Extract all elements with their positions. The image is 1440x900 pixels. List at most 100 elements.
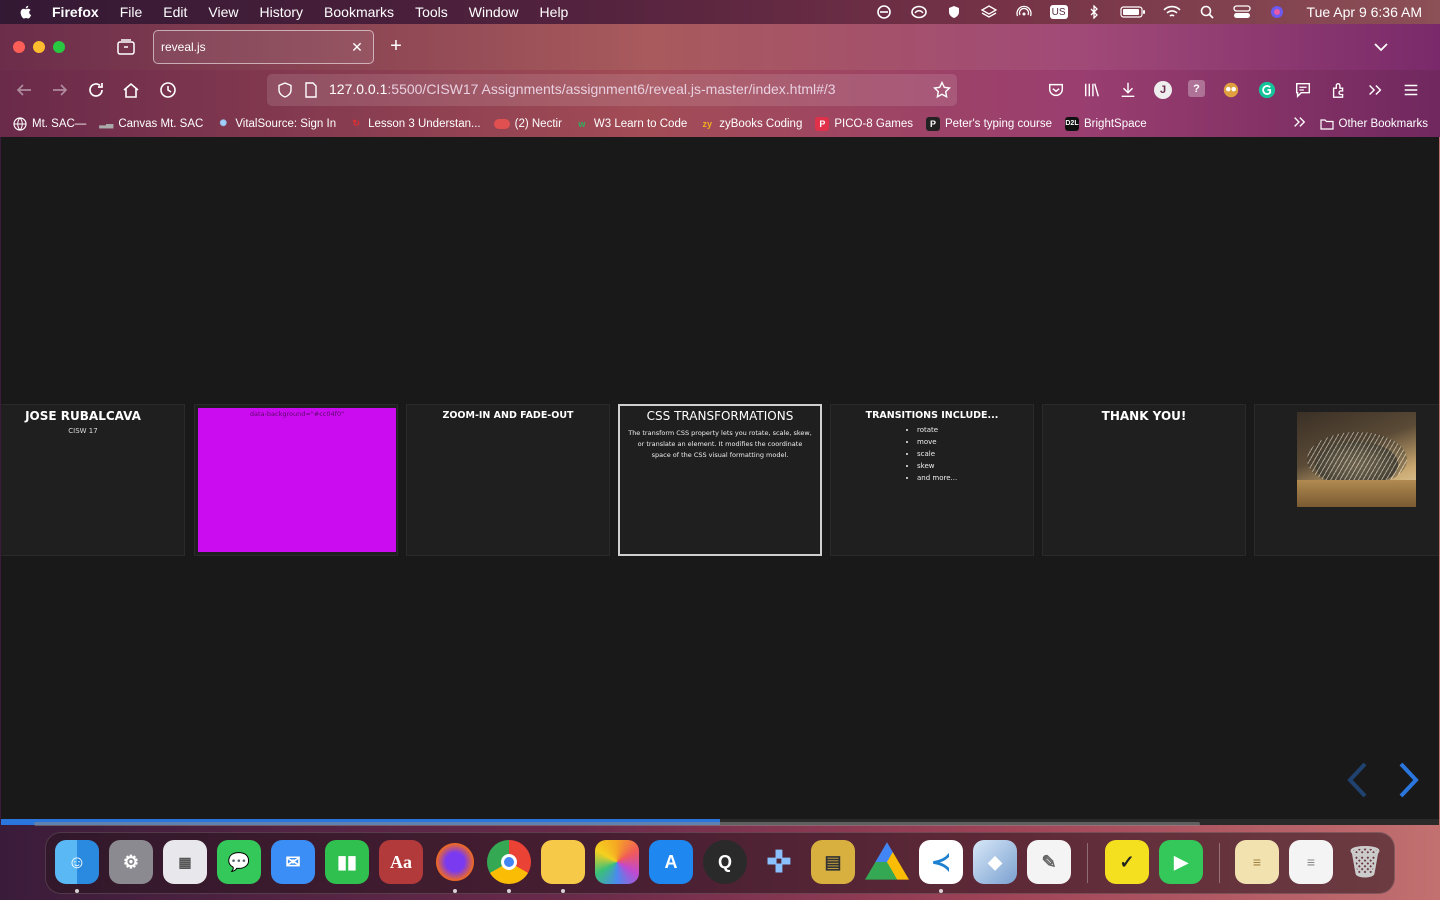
window-zoom-button[interactable]	[53, 41, 65, 53]
system-settings-icon[interactable]: ⚙	[109, 840, 153, 884]
help-extension-icon[interactable]: ?	[1188, 80, 1205, 97]
menu-window[interactable]: Window	[469, 4, 519, 20]
horizontal-scrollbar[interactable]	[34, 822, 1200, 826]
menu-history[interactable]: History	[259, 4, 303, 20]
creative-cloud-icon[interactable]	[875, 5, 893, 19]
archive-utility-icon[interactable]: ▤	[811, 840, 855, 884]
menu-file[interactable]: File	[120, 4, 143, 20]
spotlight-search-icon[interactable]	[1198, 5, 1216, 19]
mail-icon[interactable]: ✉	[271, 840, 315, 884]
tracking-shield-icon[interactable]	[277, 82, 293, 98]
bookmark-nectir[interactable]: (2) Nectir	[493, 118, 562, 130]
bookmark-canvas[interactable]: ▂▃ Canvas Mt. SAC	[99, 117, 203, 131]
bookmark-pico8[interactable]: P PICO-8 Games	[815, 116, 913, 131]
slide-thumb-4-current[interactable]: CSS TRANSFORMATIONS The transform CSS pr…	[618, 404, 822, 556]
siri-icon[interactable]	[1268, 5, 1286, 19]
input-source-icon[interactable]: US	[1049, 5, 1068, 19]
owl-extension-icon[interactable]	[1221, 80, 1241, 100]
tab-revealjs[interactable]: reveal.js ✕	[153, 30, 374, 64]
account-j-icon[interactable]: J	[1154, 81, 1172, 99]
google-drive-icon[interactable]	[865, 842, 909, 880]
bookmark-lesson3[interactable]: ↻ Lesson 3 Understan...	[349, 117, 480, 131]
bluetooth-icon[interactable]	[1085, 5, 1103, 19]
messages-icon[interactable]: 💬	[217, 840, 261, 884]
bookmark-star-icon[interactable]	[933, 81, 951, 99]
photos-icon[interactable]	[595, 840, 639, 884]
slide-thumb-3[interactable]: ZOOM-IN AND FADE-OUT	[406, 404, 610, 556]
layers-icon[interactable]	[980, 5, 998, 19]
slide-thumb-6[interactable]: THANK YOU!	[1042, 404, 1246, 556]
vscode-icon[interactable]: ≺	[919, 840, 963, 884]
finder-icon[interactable]: ☺	[55, 840, 99, 884]
chrome-icon[interactable]	[487, 840, 531, 884]
bookmark-mtsac[interactable]: Mt. SAC—	[13, 116, 86, 131]
running-indicator	[561, 889, 565, 893]
url-bar[interactable]: 127.0.0.1:5500/CISW17 Assignments/assign…	[267, 74, 957, 106]
document-icon[interactable]: ≡	[1235, 840, 1279, 884]
chevron-down-icon[interactable]	[1372, 38, 1390, 56]
menu-firefox[interactable]: Firefox	[52, 4, 99, 20]
reload-button[interactable]	[86, 80, 106, 100]
home-button[interactable]	[121, 80, 141, 100]
menu-tools[interactable]: Tools	[415, 4, 448, 20]
grammarly-icon[interactable]	[1257, 80, 1277, 100]
bookmark-brightspace[interactable]: D2L BrightSpace	[1065, 116, 1147, 131]
slide-thumb-2[interactable]: data-background="#cc04f0"	[194, 404, 398, 556]
control-center-icon[interactable]	[1232, 5, 1251, 19]
cloud-sync-icon[interactable]	[910, 5, 928, 19]
window-minimize-button[interactable]	[33, 41, 45, 53]
bookmarks-overflow-icon[interactable]	[1292, 115, 1306, 132]
bookmark-zybooks[interactable]: zy zyBooks Coding	[700, 117, 802, 131]
menu-edit[interactable]: Edit	[163, 4, 187, 20]
trash-icon[interactable]: 🗑	[1343, 840, 1387, 884]
cube-app-icon[interactable]: ◆	[973, 840, 1017, 884]
facetime-icon[interactable]: ▶	[1159, 840, 1203, 884]
history-clock-icon[interactable]	[158, 80, 178, 100]
slide-thumb-1[interactable]: JOSE RUBALCAVA CISW 17	[1, 404, 185, 556]
overflow-chevrons-icon[interactable]	[1365, 80, 1385, 100]
back-button[interactable]	[14, 80, 34, 100]
page-info-icon[interactable]	[304, 82, 318, 98]
comment-icon[interactable]	[1293, 80, 1313, 100]
joystick-icon[interactable]: ✜	[757, 840, 801, 884]
dictionary-icon[interactable]: Aa	[379, 840, 423, 884]
menu-view[interactable]: View	[208, 4, 238, 20]
url-text[interactable]: 127.0.0.1:5500/CISW17 Assignments/assign…	[329, 81, 836, 97]
launchpad-icon[interactable]: ▦	[163, 840, 207, 884]
slide-thumb-7[interactable]	[1254, 404, 1439, 556]
menu-bookmarks[interactable]: Bookmarks	[324, 4, 394, 20]
app-store-icon[interactable]: A	[649, 840, 693, 884]
next-slide-arrow-icon[interactable]	[1395, 760, 1423, 800]
document-icon[interactable]: ≡	[1289, 840, 1333, 884]
firefox-view-icon[interactable]	[116, 38, 136, 56]
library-icon[interactable]	[1082, 80, 1102, 100]
hamburger-menu-icon[interactable]	[1401, 80, 1421, 100]
wifi-icon[interactable]	[1162, 5, 1181, 19]
textedit-icon[interactable]: ✎	[1027, 840, 1071, 884]
prev-slide-arrow-icon[interactable]	[1343, 760, 1371, 800]
notes-icon[interactable]	[541, 840, 585, 884]
battery-icon[interactable]	[1119, 5, 1146, 19]
tab-close-icon[interactable]: ✕	[349, 39, 365, 55]
extensions-icon[interactable]	[1329, 80, 1349, 100]
airdrop-icon[interactable]	[1015, 5, 1033, 19]
menu-help[interactable]: Help	[540, 4, 569, 20]
forward-button[interactable]	[50, 80, 70, 100]
toolbar-icons: J ?	[1046, 80, 1421, 100]
window-close-button[interactable]	[13, 41, 25, 53]
numbers-icon[interactable]: ▮▮	[325, 840, 369, 884]
apple-icon[interactable]	[18, 4, 34, 20]
location-shield-icon[interactable]	[945, 5, 963, 19]
firefox-icon[interactable]	[433, 840, 477, 884]
other-bookmarks-folder[interactable]: Other Bookmarks	[1319, 117, 1428, 131]
bookmark-typing[interactable]: P Peter's typing course	[925, 116, 1052, 131]
todo-icon[interactable]: ✓	[1105, 840, 1149, 884]
slide-thumb-5[interactable]: TRANSITIONS INCLUDE... rotate move scale…	[830, 404, 1034, 556]
pocket-icon[interactable]	[1046, 80, 1066, 100]
menubar-clock[interactable]: Tue Apr 9 6:36 AM	[1307, 4, 1422, 20]
new-tab-button[interactable]: +	[386, 36, 406, 56]
downloads-icon[interactable]	[1118, 80, 1138, 100]
quicktime-icon[interactable]: Q	[703, 840, 747, 884]
bookmark-w3[interactable]: w W3 Learn to Code	[575, 117, 687, 131]
bookmark-vitalsource[interactable]: ✺ VitalSource: Sign In	[216, 117, 337, 131]
